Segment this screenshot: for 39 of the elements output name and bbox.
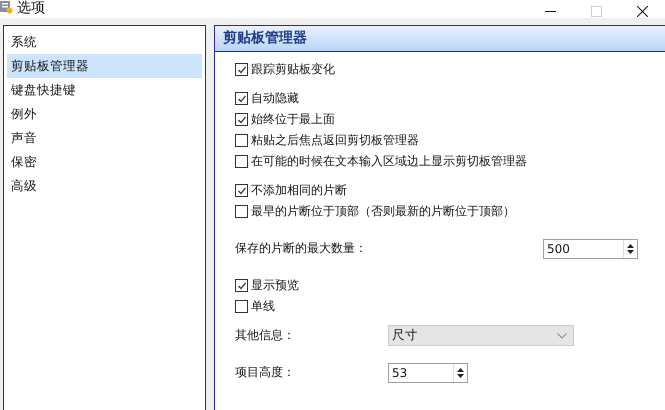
maximize-icon bbox=[590, 6, 602, 16]
checkbox-label: 自动隐藏 bbox=[251, 90, 299, 107]
checkbox[interactable] bbox=[235, 92, 248, 105]
window-title: 选项 bbox=[17, 0, 45, 17]
down-arrow-icon[interactable] bbox=[457, 374, 464, 378]
panel-header: 剪贴板管理器 bbox=[215, 26, 665, 52]
checkbox-label: 单线 bbox=[251, 298, 275, 315]
checkbox-label: 在可能的时候在文本输入区域边上显示剪切板管理器 bbox=[251, 153, 527, 170]
sidebar-item[interactable]: 键盘快捷键 bbox=[7, 78, 202, 102]
checkbox[interactable] bbox=[235, 300, 248, 313]
field-label: 项目高度： bbox=[235, 364, 296, 381]
sidebar-item[interactable]: 系统 bbox=[7, 30, 202, 54]
close-icon bbox=[636, 6, 648, 16]
sidebar-item[interactable]: 例外 bbox=[7, 102, 202, 126]
checkbox-label: 显示预览 bbox=[251, 277, 299, 294]
checkbox-label: 跟踪剪贴板变化 bbox=[251, 61, 335, 78]
up-arrow-icon[interactable] bbox=[457, 368, 464, 372]
checkbox[interactable] bbox=[235, 184, 248, 197]
checkbox-label: 不添加相同的片断 bbox=[251, 182, 347, 199]
field-label: 其他信息： bbox=[235, 327, 296, 344]
sidebar-item[interactable]: 高级 bbox=[7, 174, 202, 198]
sidebar-item[interactable]: 保密 bbox=[7, 150, 202, 174]
checkbox-label: 粘贴之后焦点返回剪切板管理器 bbox=[251, 132, 419, 149]
field-label: 保存的片断的最大数量： bbox=[235, 240, 368, 257]
checkbox-label: 最早的片断位于顶部（否则最新的片断位于顶部） bbox=[251, 203, 515, 220]
checkbox[interactable] bbox=[235, 63, 248, 76]
checkbox[interactable] bbox=[235, 155, 248, 168]
checkbox-label: 始终位于最上面 bbox=[251, 111, 335, 128]
sidebar-item[interactable]: 剪贴板管理器 bbox=[7, 54, 202, 78]
checkbox[interactable] bbox=[235, 279, 248, 292]
checkbox[interactable] bbox=[235, 113, 248, 126]
down-arrow-icon[interactable] bbox=[627, 250, 634, 254]
up-arrow-icon[interactable] bbox=[627, 244, 634, 248]
chevron-down-icon bbox=[557, 332, 567, 338]
number-field[interactable]: 500 bbox=[543, 238, 638, 258]
number-field[interactable]: 53 bbox=[388, 362, 468, 382]
checkbox[interactable] bbox=[235, 134, 248, 147]
sidebar-item[interactable]: 声音 bbox=[7, 126, 202, 150]
checkbox[interactable] bbox=[235, 205, 248, 218]
